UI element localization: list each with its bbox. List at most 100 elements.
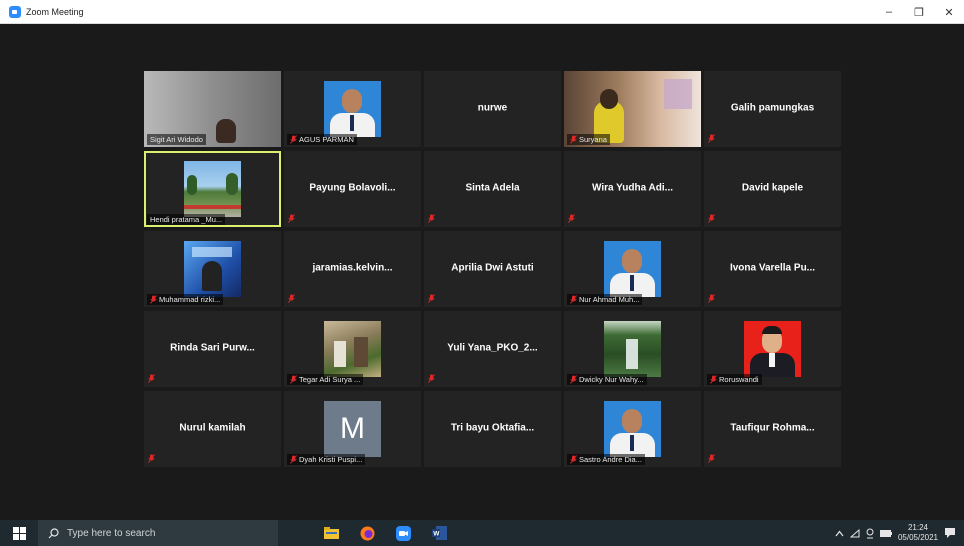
- network-icon[interactable]: [849, 528, 860, 538]
- muted-mic-icon: [428, 374, 435, 383]
- participant-name: Sigit Ari Widodo: [150, 135, 203, 144]
- participant-tile[interactable]: Sigit Ari Widodo: [144, 71, 281, 147]
- participant-tile[interactable]: M Dyah Kristi Puspi...: [284, 391, 421, 467]
- participant-name: Tri bayu Oktafia...: [450, 422, 535, 434]
- firefox-icon[interactable]: [354, 520, 380, 546]
- participant-name: Yuli Yana_PKO_2...: [447, 342, 538, 354]
- muted-mic-icon: [150, 295, 157, 304]
- close-button[interactable]: ✕: [934, 0, 964, 24]
- window-title: Zoom Meeting: [26, 6, 84, 17]
- participant-tile[interactable]: Nurul kamilah: [144, 391, 281, 467]
- participant-name: Nurul kamilah: [179, 422, 246, 434]
- participant-tile[interactable]: Roruswandi: [704, 311, 841, 387]
- participant-tile[interactable]: David kapele: [704, 151, 841, 227]
- muted-mic-icon: [708, 294, 715, 303]
- participant-tile[interactable]: Tegar Adi Surya ...: [284, 311, 421, 387]
- maximize-button[interactable]: ❐: [904, 0, 934, 24]
- muted-mic-icon: [708, 454, 715, 463]
- participant-name: Taufiqur Rohma...: [730, 422, 815, 434]
- participant-name: AGUS PARMAN: [299, 135, 354, 144]
- participant-tile[interactable]: Muhammad rizki...: [144, 231, 281, 307]
- participant-name: Roruswandi: [719, 375, 759, 384]
- participant-tile[interactable]: Sinta Adela: [424, 151, 561, 227]
- start-button[interactable]: [0, 520, 38, 546]
- windows-logo-icon: [12, 526, 26, 540]
- muted-mic-icon: [290, 135, 297, 144]
- file-explorer-icon[interactable]: [318, 520, 344, 546]
- muted-mic-icon: [428, 294, 435, 303]
- participant-tile[interactable]: Aprilia Dwi Astuti: [424, 231, 561, 307]
- participant-tile[interactable]: Dwicky Nur Wahy...: [564, 311, 701, 387]
- svg-text:W: W: [433, 531, 440, 538]
- participant-label: Hendi pratama _Mu...: [147, 214, 226, 225]
- zoom-logo-icon: [9, 5, 21, 18]
- participant-tile[interactable]: jaramias.kelvin...: [284, 231, 421, 307]
- muted-mic-icon: [428, 214, 435, 223]
- participant-tile[interactable]: AGUS PARMAN: [284, 71, 421, 147]
- gallery-view: Sigit Ari Widodo AGUS PARMAN nurwe Suryana G…: [0, 24, 964, 520]
- minimize-button[interactable]: –: [874, 0, 904, 24]
- search-icon: [48, 527, 59, 538]
- clock-time: 21:24: [907, 523, 928, 532]
- participant-label: Dyah Kristi Puspi...: [287, 454, 366, 465]
- muted-mic-icon: [570, 295, 577, 304]
- participant-label: Dwicky Nur Wahy...: [567, 374, 647, 385]
- muted-mic-icon: [568, 214, 575, 223]
- participant-name: Nur Ahmad Muh...: [579, 295, 640, 304]
- muted-mic-icon: [288, 214, 295, 223]
- participant-name: Tegar Adi Surya ...: [299, 375, 361, 384]
- muted-mic-icon: [708, 214, 715, 223]
- participant-name: jaramias.kelvin...: [312, 262, 393, 274]
- taskbar-search-box[interactable]: Type here to search: [38, 520, 278, 546]
- clock-date: 05/05/2021: [897, 533, 938, 542]
- participant-tile[interactable]: Hendi pratama _Mu...: [144, 151, 281, 227]
- notifications-icon[interactable]: [944, 527, 956, 539]
- participant-label: Sigit Ari Widodo: [147, 134, 206, 145]
- virtual-background: [184, 241, 241, 297]
- participant-tile[interactable]: Rinda Sari Purw...: [144, 311, 281, 387]
- participant-tile[interactable]: Yuli Yana_PKO_2...: [424, 311, 561, 387]
- participant-tile[interactable]: Taufiqur Rohma...: [704, 391, 841, 467]
- word-icon[interactable]: W: [426, 520, 452, 546]
- participant-label: Muhammad rizki...: [147, 294, 224, 305]
- virtual-background: [184, 161, 241, 217]
- chevron-up-icon[interactable]: [835, 530, 844, 537]
- participant-label: Suryana: [567, 134, 610, 145]
- participant-tile[interactable]: Sastro Andre Dia...: [564, 391, 701, 467]
- muted-mic-icon: [570, 135, 577, 144]
- battery-icon[interactable]: [879, 529, 892, 537]
- virtual-background: [604, 321, 661, 377]
- participant-tile[interactable]: Suryana: [564, 71, 701, 147]
- muted-mic-icon: [290, 375, 297, 384]
- profile-photo: [324, 81, 381, 137]
- participant-name: Suryana: [579, 135, 607, 144]
- participant-tile[interactable]: Wira Yudha Adi...: [564, 151, 701, 227]
- participant-tile[interactable]: Ivona Varella Pu...: [704, 231, 841, 307]
- avatar: M: [324, 401, 381, 457]
- participant-name: Sastro Andre Dia...: [579, 455, 642, 464]
- participant-tile[interactable]: nurwe: [424, 71, 561, 147]
- participant-label: AGUS PARMAN: [287, 134, 357, 145]
- participant-name: Aprilia Dwi Astuti: [451, 262, 534, 274]
- participant-tile[interactable]: Tri bayu Oktafia...: [424, 391, 561, 467]
- muted-mic-icon: [148, 374, 155, 383]
- participant-label: Sastro Andre Dia...: [567, 454, 645, 465]
- participant-name: Ivona Varella Pu...: [729, 262, 816, 274]
- participant-name: David kapele: [741, 182, 804, 194]
- speaker-icon[interactable]: [866, 528, 874, 539]
- participant-name: Rinda Sari Purw...: [170, 342, 255, 354]
- participant-name: Muhammad rizki...: [159, 295, 221, 304]
- clock[interactable]: 21:24 05/05/2021: [898, 523, 938, 543]
- windows-taskbar: Type here to search W 21:24 05/05/2021: [0, 520, 964, 546]
- title-bar: Zoom Meeting – ❐ ✕: [0, 0, 964, 24]
- participant-tile[interactable]: Nur Ahmad Muh...: [564, 231, 701, 307]
- participant-tile[interactable]: Galih pamungkas: [704, 71, 841, 147]
- participant-name: Hendi pratama _Mu...: [150, 215, 223, 224]
- participant-label: Tegar Adi Surya ...: [287, 374, 364, 385]
- participant-name: nurwe: [477, 102, 508, 114]
- participant-tile[interactable]: Payung Bolavoli...: [284, 151, 421, 227]
- zoom-icon[interactable]: [390, 520, 416, 546]
- profile-photo: [604, 401, 661, 457]
- participant-name: Dwicky Nur Wahy...: [579, 375, 644, 384]
- muted-mic-icon: [570, 375, 577, 384]
